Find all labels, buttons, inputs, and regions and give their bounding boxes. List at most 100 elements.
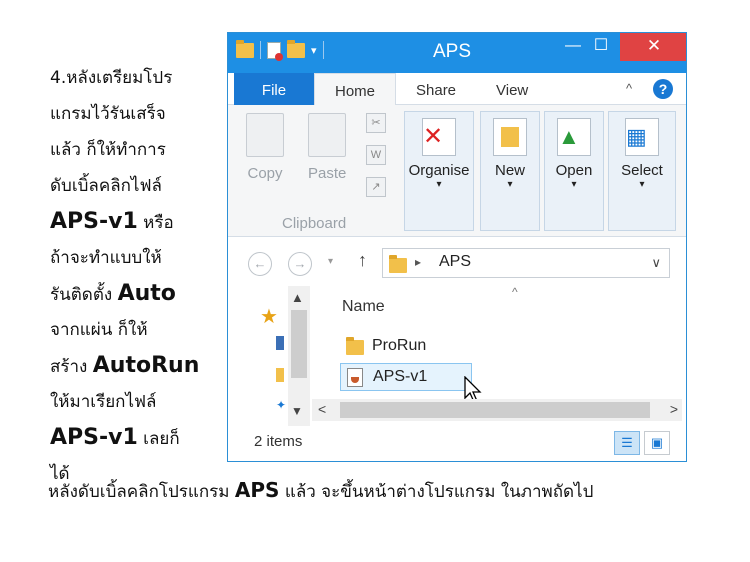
explorer-window: ▾ APS — ☐ ✕ File Home Share View ^ ? Cop… [227,32,687,462]
copy-button[interactable]: Copy [246,113,284,182]
instruction-line: APS-v1 หรือ [50,204,220,240]
address-bar[interactable]: ▸ APS ∨ [382,248,670,278]
instruction-text-run: ให้มาเรียกไฟล์ [50,392,157,412]
instruction-line: APS-v1 เลยก็ [50,420,220,456]
instruction-text-run: 4.หลังเตรียมโปร [50,68,173,88]
tab-file[interactable]: File [234,73,314,105]
details-view-button[interactable]: ☰ [614,431,640,455]
copy-icon [246,113,284,157]
cut-icon[interactable]: ✂ [366,113,386,133]
organise-button[interactable]: ✕ Organise ▾ [404,111,474,231]
instruction-text: 4.หลังเตรียมโปรแกรมไว้รันเสร็จแล้ว ก็ให้… [50,60,220,492]
instruction-line: ให้มาเรียกไฟล์ [50,384,220,420]
list-item-selected[interactable]: APS-v1 [340,363,472,391]
maximize-button[interactable]: ☐ [583,33,619,61]
quick-access-toolbar: ▾ [236,39,324,61]
divider [322,41,324,59]
scroll-left-icon[interactable]: < [318,401,326,417]
paste-shortcut-icon[interactable]: ↗ [366,177,386,197]
back-button[interactable]: ← [248,252,272,276]
instruction-text-run: แกรมไว้รันเสร็จ [50,104,166,124]
instruction-text-run: ถ้าจะทำแบบให้ [50,248,162,268]
homegroup-icon[interactable]: ✦ [276,398,286,412]
instruction-text-run: ดับเบิ้ลคลิกไฟล์ [50,176,162,196]
collapse-ribbon-icon[interactable]: ^ [626,81,632,96]
file-name: APS-v1 [373,368,428,385]
instruction-line: แล้ว ก็ให้ทำการ [50,132,220,168]
address-dropdown-icon[interactable]: ∨ [651,255,661,271]
instruction-line: แกรมไว้รันเสร็จ [50,96,220,132]
delete-icon: ✕ [422,118,456,156]
scroll-thumb[interactable] [291,310,307,378]
select-button[interactable]: ▦ Select ▾ [608,111,676,231]
scroll-down-icon[interactable]: ▼ [291,404,303,418]
open-button[interactable]: ▲ Open ▾ [544,111,604,231]
instruction-text-run: จากแผ่น ก็ให้ [50,320,148,340]
instruction-text-run: เลยก็ [137,429,180,449]
folder-icon [346,337,364,355]
clipboard-small-buttons: ✂ W ↗ [366,113,388,209]
organise-label: Organise [408,162,470,179]
up-button[interactable]: ↑ [358,250,367,271]
instruction-line: ถ้าจะทำแบบให้ [50,240,220,276]
paste-icon [308,113,347,157]
column-header-name[interactable]: Name [342,298,385,316]
forward-button[interactable]: → [288,252,312,276]
close-button[interactable]: ✕ [620,33,686,61]
clipboard-group-label: Clipboard [282,215,347,232]
scroll-thumb[interactable] [340,402,650,418]
caption-after: แล้ว จะขึ้นหน้าต่างโปรแกรม ในภาพถัดไป [279,482,594,502]
favorites-icon[interactable]: ★ [260,304,278,329]
instruction-line: รันติดตั้ง Auto [50,276,220,312]
customize-toolbar-icon[interactable]: ▾ [311,44,317,57]
folder-icon [236,39,254,58]
help-icon[interactable]: ? [653,79,673,99]
status-bar: 2 items ☰ ▣ [228,427,686,461]
open-icon: ▲ [557,118,591,156]
copy-path-icon[interactable]: W [366,145,386,165]
sort-ascending-icon: ^ [512,285,518,299]
properties-icon[interactable] [267,41,283,61]
paste-button[interactable]: Paste [308,113,346,182]
new-folder-icon[interactable] [287,39,305,58]
instruction-line: ดับเบิ้ลคลิกไฟล์ [50,168,220,204]
tab-view[interactable]: View [496,73,528,105]
large-icons-view-button[interactable]: ▣ [644,431,670,455]
paste-label: Paste [308,165,347,182]
instruction-line: จากแผ่น ก็ให้ [50,312,220,348]
breadcrumb-separator-icon[interactable]: ▸ [415,255,421,269]
new-label: New [494,162,525,179]
chevron-down-icon: ▾ [571,179,577,190]
tab-share[interactable]: Share [416,73,456,105]
caption-before: หลังดับเบิ้ลคลิกโปรแกรม [48,482,235,502]
list-item[interactable]: ProRun [340,333,530,361]
caption-bold: APS [234,478,280,502]
chevron-down-icon: ▾ [639,179,645,190]
address-bar-row: ← → ▾ ↑ ▸ APS ∨ [228,238,686,286]
new-folder-icon [493,118,527,156]
bottom-caption: หลังดับเบิ้ลคลิกโปรแกรม APS แล้ว จะขึ้นห… [48,478,593,505]
libraries-icon[interactable] [276,368,284,382]
ribbon: Copy Paste ✂ W ↗ Clipboard ✕ Organise ▾ … [228,105,686,237]
chevron-down-icon: ▾ [436,179,442,190]
scroll-up-icon[interactable]: ▲ [291,290,304,305]
scroll-right-icon[interactable]: > [670,401,678,417]
select-all-icon: ▦ [625,118,659,156]
navigation-pane: ★ ✦ ▲ ▼ [228,286,318,426]
instruction-line: 4.หลังเตรียมโปร [50,60,220,96]
recent-locations-icon[interactable]: ▾ [328,256,333,267]
folder-icon [389,255,407,273]
instruction-text-run: แล้ว ก็ให้ทำการ [50,140,166,160]
instruction-text-run: หรือ [137,213,174,233]
new-button[interactable]: New ▾ [480,111,540,231]
desktop-icon[interactable] [276,336,284,350]
tab-home[interactable]: Home [314,73,396,106]
instruction-bold-text: Auto [117,281,176,306]
instruction-bold-text: APS-v1 [50,425,138,450]
file-name: ProRun [372,337,427,354]
horizontal-scrollbar[interactable]: < > [312,399,682,421]
java-file-icon [347,368,363,387]
breadcrumb-aps[interactable]: APS [439,253,471,271]
open-label: Open [555,162,593,179]
item-count: 2 items [254,433,303,450]
